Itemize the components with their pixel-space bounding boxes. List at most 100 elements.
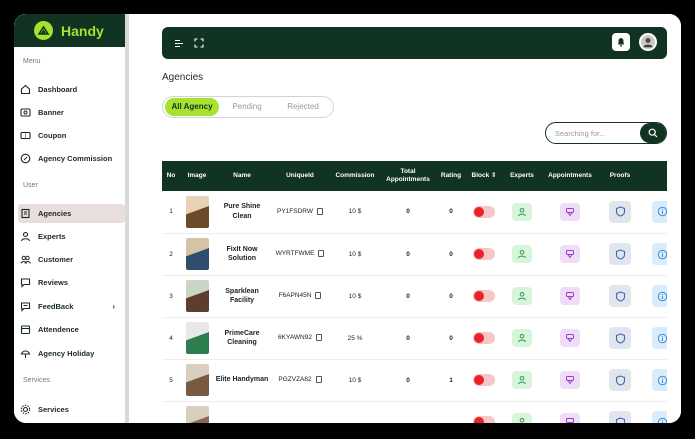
info-button[interactable]	[652, 243, 667, 265]
menu-toggle-icon[interactable]	[174, 39, 184, 48]
brand[interactable]: Handy	[14, 14, 125, 47]
info-button[interactable]	[652, 285, 667, 307]
info-button[interactable]	[652, 369, 667, 391]
sidebar-item-label: Banner	[38, 108, 64, 117]
experts-button[interactable]	[512, 245, 532, 263]
cell-block	[466, 317, 502, 360]
block-toggle[interactable]	[473, 290, 495, 302]
cell-info	[642, 191, 667, 234]
proofs-button[interactable]	[609, 200, 631, 223]
cell-image	[180, 401, 214, 423]
sidebar-item-agency-commission[interactable]: Agency Commission	[18, 149, 125, 168]
shield-icon	[615, 416, 625, 423]
cell-no: 2	[162, 233, 180, 276]
sidebar-item-label: Coupon	[38, 131, 67, 140]
experts-button[interactable]	[512, 413, 532, 423]
proofs-button[interactable]	[609, 411, 631, 423]
building-icon	[20, 208, 31, 219]
appointment-icon	[566, 376, 574, 385]
experts-button[interactable]	[512, 287, 532, 305]
block-toggle[interactable]	[473, 332, 495, 344]
tab-all-agency[interactable]: All Agency	[165, 98, 219, 116]
experts-button[interactable]	[512, 329, 532, 347]
sidebar-item-feedback[interactable]: FeedBack ›	[18, 297, 125, 316]
cell-info	[642, 359, 667, 402]
copy-icon[interactable]	[315, 376, 322, 384]
cell-proofs	[598, 275, 642, 318]
experts-button[interactable]	[512, 202, 532, 221]
sidebar-item-banner[interactable]: Banner	[18, 103, 125, 122]
sidebar-item-reviews[interactable]: Reviews	[18, 273, 125, 292]
tab-pending[interactable]: Pending	[219, 98, 275, 116]
proofs-button[interactable]	[609, 327, 631, 349]
copy-icon[interactable]	[315, 292, 322, 300]
expert-icon	[518, 376, 526, 385]
sidebar-item-label: FeedBack	[38, 302, 74, 311]
column-header-image: Image	[180, 161, 214, 191]
block-toggle[interactable]	[473, 205, 495, 218]
info-icon	[657, 207, 667, 217]
proofs-button[interactable]	[609, 285, 631, 307]
chat-icon	[20, 277, 31, 288]
experts-button[interactable]	[512, 371, 532, 389]
cell-proofs	[598, 401, 642, 423]
appointments-button[interactable]	[560, 413, 580, 423]
sidebar-item-experts[interactable]: Experts	[18, 227, 125, 246]
sidebar-item-agencies[interactable]: Agencies	[18, 204, 125, 223]
appointments-button[interactable]	[560, 371, 580, 389]
brand-name: Handy	[61, 22, 104, 39]
cell-no: 5	[162, 359, 180, 402]
appointment-icon	[566, 250, 574, 259]
block-toggle[interactable]	[473, 416, 495, 423]
sidebar-item-services[interactable]: Services	[18, 400, 125, 419]
copy-icon[interactable]	[315, 334, 322, 342]
expert-icon	[518, 292, 526, 301]
notification-button[interactable]	[612, 33, 630, 51]
copy-icon[interactable]	[317, 208, 323, 216]
user-avatar[interactable]	[639, 33, 657, 51]
sidebar-item-attendence[interactable]: Attendence	[18, 320, 125, 339]
cell-proofs	[598, 233, 642, 276]
table-row: 1 Pure Shine Clean PY1FSDRW 10 $ 0 0	[162, 191, 667, 234]
holiday-icon	[20, 348, 31, 359]
info-button[interactable]	[652, 327, 667, 349]
appointments-button[interactable]	[560, 287, 580, 305]
sidebar-item-coupon[interactable]: Coupon	[18, 126, 125, 145]
fullscreen-icon[interactable]	[194, 38, 204, 48]
cell-image	[180, 191, 214, 234]
cell-commission: 10 $	[330, 233, 380, 276]
search-input[interactable]	[546, 128, 640, 138]
sidebar-item-label: Agency Holiday	[38, 349, 95, 358]
cell-commission	[330, 401, 380, 423]
cell-name: PrimeCare Cleaning	[214, 317, 270, 360]
info-button[interactable]	[652, 411, 667, 423]
cell-block	[466, 191, 502, 234]
search-button[interactable]	[640, 123, 666, 143]
block-toggle[interactable]	[473, 374, 495, 386]
main-content: Agencies All Agency Pending Rejected Sea…	[133, 14, 681, 423]
cell-appointments	[542, 191, 598, 234]
sidebar-item-customer[interactable]: Customer	[18, 250, 125, 269]
cell-info	[642, 233, 667, 276]
appointments-button[interactable]	[560, 329, 580, 347]
sidebar-item-agency-holiday[interactable]: Agency Holiday	[18, 344, 125, 363]
appointments-button[interactable]	[560, 245, 580, 263]
appointments-button[interactable]	[560, 202, 580, 221]
tab-rejected[interactable]: Rejected	[275, 98, 331, 116]
proofs-button[interactable]	[609, 369, 631, 391]
column-header-appointments: Appointments	[542, 161, 598, 191]
cell-total-appointments: 0	[380, 233, 436, 276]
sidebar-item-dashboard[interactable]: Dashboard	[18, 80, 125, 99]
agency-thumbnail	[185, 364, 209, 396]
column-header-block[interactable]: Block ⇕	[466, 161, 502, 191]
copy-icon[interactable]	[318, 250, 325, 258]
proofs-button[interactable]	[609, 243, 631, 265]
cell-image	[180, 233, 214, 276]
sidebar-item-label: Dashboard	[38, 85, 78, 94]
cell-uniqueid: WYRTFWME	[270, 233, 330, 276]
block-toggle[interactable]	[473, 248, 495, 260]
gear-icon	[20, 404, 31, 415]
cell-uniqueid: PGZVZA82	[270, 359, 330, 402]
info-button[interactable]	[652, 200, 667, 223]
cell-info	[642, 317, 667, 360]
